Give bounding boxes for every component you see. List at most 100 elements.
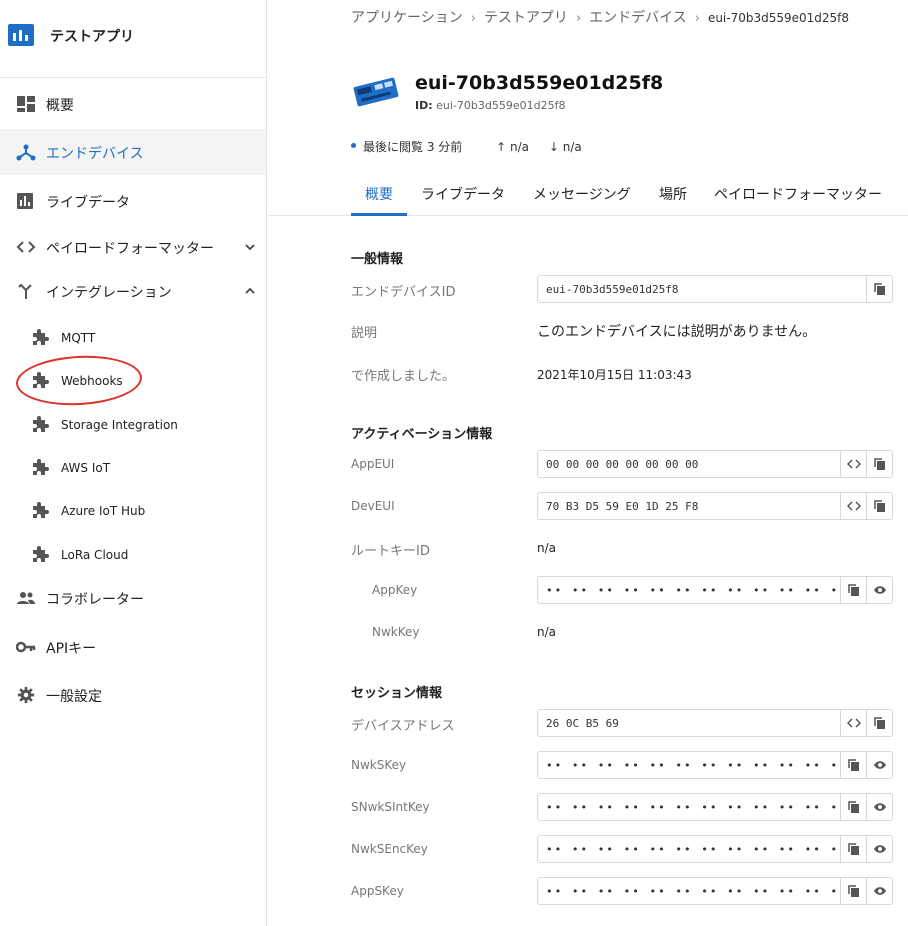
sidebar-subitem-storage-integration[interactable]: Storage Integration	[0, 405, 266, 445]
section-title-activation: アクティベーション情報	[351, 427, 493, 442]
description-value: このエンドデバイスには説明がありません。	[537, 324, 817, 340]
device-status: 最後に閲覧 3 分前 ↑ n/a ↓ n/a	[351, 138, 582, 155]
copy-button[interactable]	[840, 794, 866, 820]
code-icon	[847, 718, 861, 728]
sidebar-item-collaborators[interactable]: コラボレーター	[0, 575, 266, 621]
tab-location[interactable]: 場所	[659, 184, 687, 204]
nwksenckey-label: NwkSEncKey	[351, 842, 428, 856]
sidebar-item-label: インテグレーション	[46, 285, 172, 301]
toggle-byte-order-button[interactable]	[840, 451, 866, 477]
show-value-button[interactable]	[866, 878, 892, 904]
uplink-arrow-icon: ↑	[496, 140, 507, 154]
copy-button[interactable]	[840, 577, 866, 603]
sidebar-subitem-azure-iot-hub[interactable]: Azure IoT Hub	[0, 491, 266, 531]
sidebar-item-label: 一般設定	[46, 689, 102, 705]
breadcrumb-item[interactable]: テストアプリ	[484, 7, 568, 27]
sidebar-subitem-aws-iot[interactable]: AWS IoT	[0, 448, 266, 488]
device-address-value[interactable]: 26 0C B5 69	[546, 717, 619, 730]
sidebar-item-integrations[interactable]: インテグレーション	[0, 268, 266, 314]
page-title: eui-70b3d559e01d25f8	[415, 72, 664, 94]
sidebar-item-label: コラボレーター	[46, 592, 144, 608]
last-seen-text: 最後に閲覧 3 分前	[363, 140, 463, 154]
sidebar-item-label: APIキー	[46, 641, 97, 657]
copy-icon	[874, 458, 885, 470]
sidebar-item-end-devices[interactable]: エンドデバイス	[0, 129, 266, 175]
copy-button[interactable]	[866, 710, 892, 736]
show-value-button[interactable]	[866, 752, 892, 778]
copy-button[interactable]	[840, 752, 866, 778]
root-key-id-label: ルートキーID	[351, 544, 430, 559]
sidebar-subitem-mqtt[interactable]: MQTT	[0, 318, 266, 358]
chevron-right-icon: ›	[470, 11, 476, 26]
nwksenckey-field: •• •• •• •• •• •• •• •• •• •• •• •• •• •…	[537, 835, 893, 863]
copy-button[interactable]	[866, 276, 892, 302]
sidebar-item-label: ペイロードフォーマッター	[46, 241, 214, 257]
show-value-button[interactable]	[866, 577, 892, 603]
end-device-id-label: エンドデバイスID	[351, 285, 456, 300]
section-title-general: 一般情報	[351, 252, 404, 267]
app-logo-icon	[8, 24, 34, 46]
sidebar-item-live-data[interactable]: ライブデータ	[0, 178, 266, 224]
copy-button[interactable]	[866, 451, 892, 477]
show-value-button[interactable]	[866, 836, 892, 862]
nwksenckey-value[interactable]: •• •• •• •• •• •• •• •• •• •• •• •• •• •…	[546, 843, 836, 856]
sidebar-item-api-keys[interactable]: APIキー	[0, 624, 266, 670]
app-name: テストアプリ	[50, 29, 134, 45]
chevron-right-icon: ›	[694, 11, 700, 26]
sidebar-subitem-lora-cloud[interactable]: LoRa Cloud	[0, 535, 266, 575]
appkey-field: •• •• •• •• •• •• •• •• •• •• •• •• •• •…	[537, 576, 893, 604]
copy-button[interactable]	[866, 493, 892, 519]
active-tab-indicator	[351, 213, 407, 216]
end-device-id-value[interactable]: eui-70b3d559e01d25f8	[546, 283, 678, 296]
eye-icon	[874, 887, 886, 895]
appeui-field: 00 00 00 00 00 00 00 00	[537, 450, 893, 478]
tab-payload-formatters[interactable]: ペイロードフォーマッター	[714, 184, 882, 204]
copy-button[interactable]	[840, 878, 866, 904]
sidebar-item-overview[interactable]: 概要	[0, 81, 266, 127]
chevron-up-icon	[245, 287, 255, 294]
tab-live-data[interactable]: ライブデータ	[421, 184, 505, 204]
device-address-label: デバイスアドレス	[351, 719, 455, 734]
toggle-byte-order-button[interactable]	[840, 493, 866, 519]
appeui-label: AppEUI	[351, 457, 395, 471]
breadcrumb-item[interactable]: エンドデバイス	[589, 7, 687, 27]
sidebar-subitem-label: AWS IoT	[61, 461, 111, 475]
main-content: アプリケーション › テストアプリ › エンドデバイス › eui-70b3d559e01d…	[268, 0, 908, 926]
nwkskey-value[interactable]: •• •• •• •• •• •• •• •• •• •• •• •• •• •…	[546, 759, 836, 772]
sidebar-item-general-settings[interactable]: 一般設定	[0, 672, 266, 718]
appkey-label: AppKey	[372, 583, 418, 597]
created-label: で作成しました。	[351, 369, 456, 384]
app-header[interactable]: テストアプリ	[0, 0, 266, 78]
root-key-id-value: n/a	[537, 541, 557, 555]
uplink-count: n/a	[509, 140, 529, 154]
section-title-session: セッション情報	[351, 686, 443, 701]
breadcrumb-item[interactable]: アプリケーション	[351, 7, 463, 27]
tab-messaging[interactable]: メッセージング	[533, 184, 631, 204]
show-value-button[interactable]	[866, 794, 892, 820]
eye-icon	[874, 586, 886, 594]
extension-icon	[33, 459, 49, 475]
sidebar-item-payload-formatters[interactable]: ペイロードフォーマッター	[0, 224, 266, 270]
appskey-value[interactable]: •• •• •• •• •• •• •• •• •• •• •• •• •• •…	[546, 885, 836, 898]
tab-overview[interactable]: 概要	[365, 184, 393, 204]
sidebar-subitem-label: Storage Integration	[61, 418, 178, 432]
copy-button[interactable]	[840, 836, 866, 862]
eye-icon	[874, 803, 886, 811]
tab-bar: 概要 ライブデータ メッセージング 場所 ペイロードフォーマッター	[268, 170, 908, 216]
sidebar-item-label: エンドデバイス	[46, 146, 144, 162]
sidebar-item-label: ライブデータ	[46, 195, 130, 211]
breadcrumb-current: eui-70b3d559e01d25f8	[707, 11, 850, 25]
deveui-value[interactable]: 70 B3 D5 59 E0 1D 25 F8	[546, 500, 698, 513]
appskey-label: AppSKey	[351, 884, 404, 898]
downlink-arrow-icon: ↓	[548, 140, 559, 154]
toggle-byte-order-button[interactable]	[840, 710, 866, 736]
appkey-value[interactable]: •• •• •• •• •• •• •• •• •• •• •• •• •• •…	[546, 584, 836, 597]
snwksintkey-field: •• •• •• •• •• •• •• •• •• •• •• •• •• •…	[537, 793, 893, 821]
key-icon	[16, 641, 36, 653]
nwkkey-label: NwkKey	[372, 625, 420, 639]
sidebar-subitem-label: Azure IoT Hub	[61, 504, 146, 518]
appeui-value[interactable]: 00 00 00 00 00 00 00 00	[546, 458, 698, 471]
snwksintkey-label: SNwkSIntKey	[351, 800, 430, 814]
deveui-label: DevEUI	[351, 499, 395, 513]
snwksintkey-value[interactable]: •• •• •• •• •• •• •• •• •• •• •• •• •• •…	[546, 801, 836, 814]
